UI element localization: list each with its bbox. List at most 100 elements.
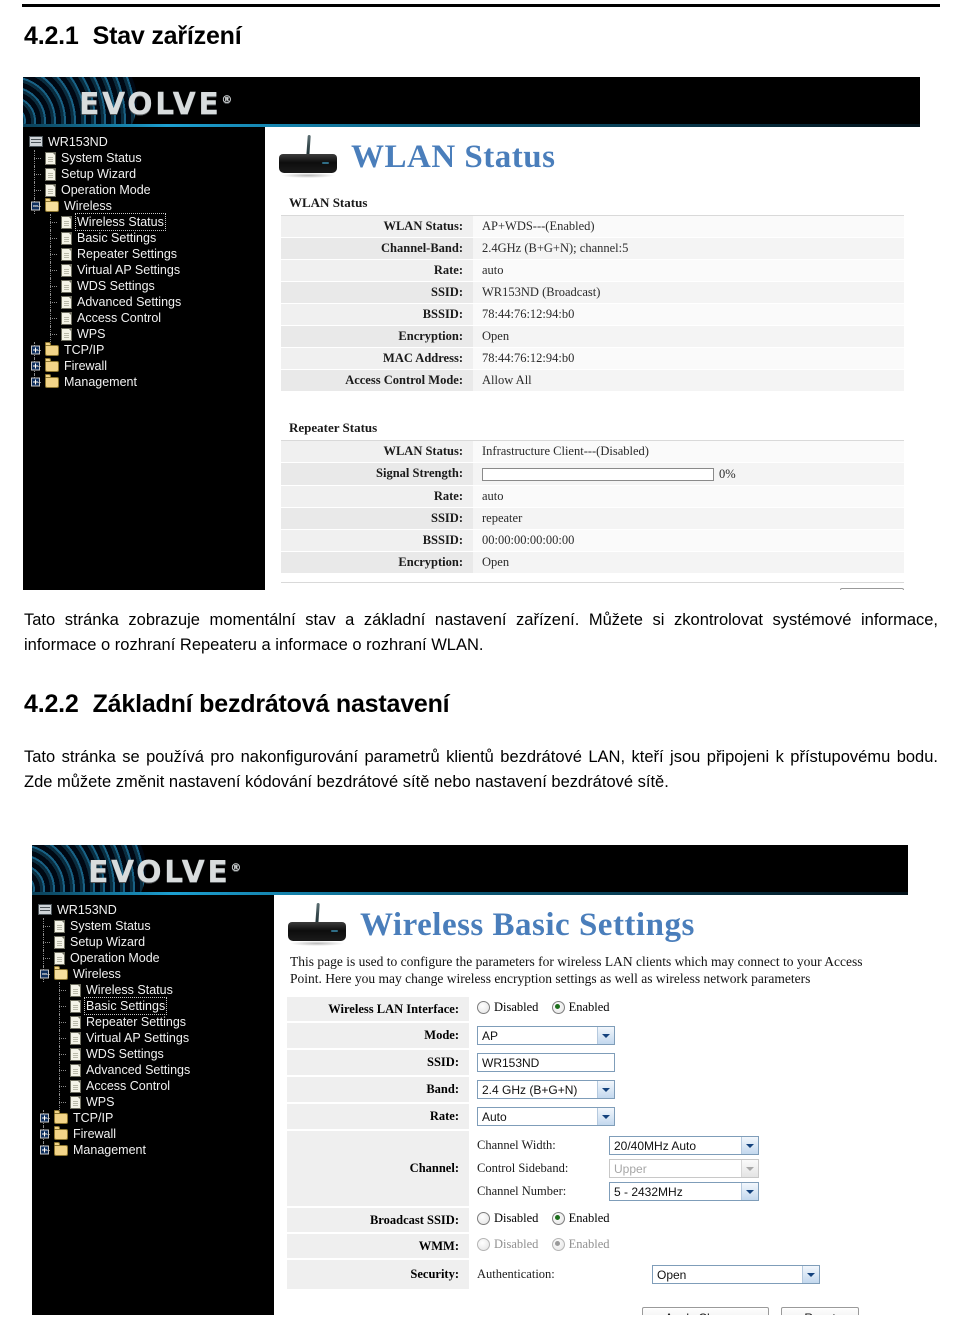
wlan-status-table: WLAN Status WLAN Status: AP+WDS---(Enabled… bbox=[281, 191, 904, 392]
sidebar-item-repeater-settings[interactable]: Repeater Settings bbox=[32, 1014, 274, 1030]
sidebar-item-operation-mode[interactable]: Operation Mode bbox=[23, 182, 265, 198]
label-channel: Channel: bbox=[287, 1130, 469, 1208]
sidebar-item-label: Access Control bbox=[77, 311, 162, 325]
sidebar-item-label: Operation Mode bbox=[70, 951, 160, 965]
sidebar-item-operation-mode[interactable]: Operation Mode bbox=[32, 950, 274, 966]
sidebar-nav[interactable]: WR153ND System Status Setup Wizard Operatio… bbox=[23, 127, 265, 590]
apply-changes-button[interactable]: Apply Changes bbox=[642, 1307, 770, 1315]
sidebar-item-access-control[interactable]: Access Control bbox=[32, 1078, 274, 1094]
expand-icon[interactable] bbox=[31, 345, 40, 355]
sidebar-item-wireless-status[interactable]: Wireless Status bbox=[23, 213, 265, 231]
tree-connector bbox=[40, 934, 54, 950]
sidebar-item-tcp-ip[interactable]: TCP/IP bbox=[23, 341, 265, 358]
mode-select[interactable]: AP bbox=[477, 1026, 615, 1045]
sidebar-item-wireless-status[interactable]: Wireless Status bbox=[32, 982, 274, 998]
row-label: Signal Strength: bbox=[281, 462, 473, 486]
sidebar-item-label: Operation Mode bbox=[61, 183, 151, 197]
radio-wmm-disabled: Disabled bbox=[477, 1237, 538, 1252]
document-icon bbox=[61, 247, 72, 261]
table-row: MAC Address: 78:44:76:12:94:b0 bbox=[281, 347, 904, 370]
expand-icon[interactable] bbox=[31, 361, 40, 371]
channel-number-select[interactable]: 5 - 2432MHz bbox=[609, 1182, 759, 1201]
ssid-input[interactable] bbox=[477, 1053, 615, 1072]
sidebar-item-firewall[interactable]: Firewall bbox=[32, 1125, 274, 1142]
sidebar-item-advanced-settings[interactable]: Advanced Settings bbox=[23, 294, 265, 310]
table-row: Rate: auto bbox=[281, 485, 904, 508]
sidebar-item-repeater-settings[interactable]: Repeater Settings bbox=[23, 246, 265, 262]
sidebar-item-system-status[interactable]: System Status bbox=[32, 918, 274, 934]
table-row: BSSID: 78:44:76:12:94:b0 bbox=[281, 303, 904, 326]
section-title: Stav zařízení bbox=[92, 22, 242, 50]
refresh-button[interactable]: Refresh bbox=[839, 587, 904, 590]
collapse-icon[interactable] bbox=[40, 969, 49, 979]
expand-icon[interactable] bbox=[40, 1113, 49, 1123]
sidebar-item-setup-wizard[interactable]: Setup Wizard bbox=[23, 166, 265, 182]
tree-connector bbox=[40, 966, 54, 982]
radio-broadcast-enabled[interactable]: Enabled bbox=[551, 1211, 610, 1226]
radio-broadcast-disabled[interactable]: Disabled bbox=[477, 1211, 538, 1226]
device-icon bbox=[38, 904, 52, 915]
sidebar-item-management[interactable]: Management bbox=[32, 1141, 274, 1158]
sidebar-nav[interactable]: WR153ND System Status Setup Wizard Operatio… bbox=[32, 895, 274, 1315]
sidebar-item-label: System Status bbox=[70, 919, 151, 933]
expand-icon[interactable] bbox=[31, 377, 40, 387]
sidebar-item-wps[interactable]: WPS bbox=[32, 1094, 274, 1110]
authentication-select[interactable]: Open bbox=[652, 1265, 820, 1284]
sidebar-item-basic-settings[interactable]: Basic Settings bbox=[32, 997, 274, 1015]
collapse-icon[interactable] bbox=[31, 201, 40, 211]
sidebar-item-wps[interactable]: WPS bbox=[23, 326, 265, 342]
radio-icon bbox=[477, 1212, 490, 1225]
sidebar-item-label: System Status bbox=[61, 151, 142, 165]
form-row-security: Security: Authentication: Open bbox=[287, 1259, 895, 1291]
reset-button[interactable]: Reset bbox=[781, 1307, 859, 1315]
sidebar-item-system-status[interactable]: System Status bbox=[23, 150, 265, 166]
sidebar-item-setup-wizard[interactable]: Setup Wizard bbox=[32, 934, 274, 950]
row-label: Channel-Band: bbox=[281, 237, 473, 260]
control-sideband-value: Upper bbox=[614, 1161, 647, 1176]
rate-select[interactable]: Auto bbox=[477, 1107, 615, 1126]
sidebar-item-advanced-settings[interactable]: Advanced Settings bbox=[32, 1062, 274, 1078]
row-label: Rate: bbox=[281, 259, 473, 282]
sidebar-item-wireless[interactable]: Wireless bbox=[32, 965, 274, 982]
table-row: WLAN Status: Infrastructure Client---(Dis… bbox=[281, 440, 904, 463]
document-icon bbox=[54, 919, 65, 933]
sidebar-item-management[interactable]: Management bbox=[23, 373, 265, 390]
label-ssid: SSID: bbox=[287, 1049, 469, 1077]
radio-wlan-disabled[interactable]: Disabled bbox=[477, 1000, 538, 1015]
row-value: Allow All bbox=[473, 369, 904, 392]
row-value: Infrastructure Client---(Disabled) bbox=[473, 440, 904, 463]
sidebar-item-virtual-ap-settings[interactable]: Virtual AP Settings bbox=[32, 1030, 274, 1046]
sidebar-item-root[interactable]: WR153ND bbox=[23, 133, 265, 150]
band-select-value: 2.4 GHz (B+G+N) bbox=[482, 1082, 578, 1097]
table-section-header: WLAN Status bbox=[281, 191, 904, 216]
expand-icon[interactable] bbox=[40, 1129, 49, 1139]
screenshot-wireless-basic-settings: EVOLVE® WR153ND System Status Setup Wizard… bbox=[32, 845, 908, 1315]
row-label: SSID: bbox=[281, 281, 473, 304]
sidebar-item-root[interactable]: WR153ND bbox=[32, 901, 274, 918]
tree-connector bbox=[56, 1014, 70, 1030]
page-title-row: Wireless Basic Settings bbox=[274, 895, 908, 949]
evolve-logo: EVOLVE® bbox=[88, 855, 242, 890]
expand-icon[interactable] bbox=[40, 1145, 49, 1155]
sidebar-item-tcp-ip[interactable]: TCP/IP bbox=[32, 1109, 274, 1126]
sidebar-item-wds-settings[interactable]: WDS Settings bbox=[32, 1046, 274, 1062]
sidebar-item-wds-settings[interactable]: WDS Settings bbox=[23, 278, 265, 294]
sidebar-item-label: Virtual AP Settings bbox=[86, 1031, 190, 1045]
sidebar-item-firewall[interactable]: Firewall bbox=[23, 357, 265, 374]
tree-connector bbox=[40, 1126, 54, 1142]
radio-wlan-enabled[interactable]: Enabled bbox=[551, 1000, 610, 1015]
section-number: 4.2.1 bbox=[24, 22, 79, 50]
screenshot-wlan-status: EVOLVE® WR153ND System Status Setup Wizard… bbox=[23, 77, 920, 590]
band-select[interactable]: 2.4 GHz (B+G+N) bbox=[477, 1080, 615, 1099]
sidebar-item-access-control[interactable]: Access Control bbox=[23, 310, 265, 326]
channel-width-select[interactable]: 20/40MHz Auto bbox=[609, 1136, 759, 1155]
chevron-down-icon bbox=[597, 1108, 614, 1125]
sidebar-item-wireless[interactable]: Wireless bbox=[23, 197, 265, 214]
sidebar-item-virtual-ap-settings[interactable]: Virtual AP Settings bbox=[23, 262, 265, 278]
sidebar-item-basic-settings[interactable]: Basic Settings bbox=[23, 230, 265, 246]
